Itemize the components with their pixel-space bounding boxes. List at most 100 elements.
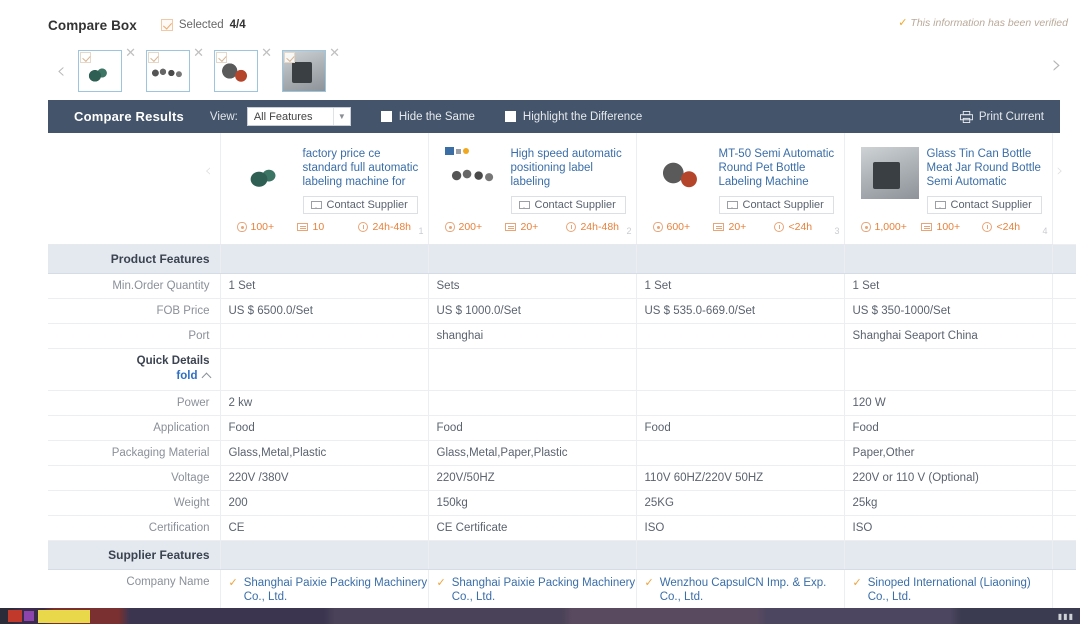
row-label: FOB Price <box>48 298 221 324</box>
thumbnail-item[interactable]: ✕ <box>146 46 204 92</box>
hide-the-same-label: Hide the Same <box>398 110 475 123</box>
thumbnail-1[interactable] <box>78 50 122 92</box>
row-spacer <box>1052 440 1076 466</box>
response-stat: 24h-48h <box>566 221 627 233</box>
thumbnail-2[interactable] <box>146 50 190 92</box>
product-nav-left[interactable]: ‹ <box>48 133 221 245</box>
clock-icon <box>566 222 577 232</box>
product-title[interactable]: Glass Tin Can Bottle Meat Jar Round Bott… <box>927 147 1044 189</box>
thumbnail-3[interactable] <box>214 50 258 92</box>
quick-details-spacer <box>428 348 637 391</box>
thumbnail-4[interactable] <box>282 50 326 92</box>
fold-toggle[interactable]: fold <box>176 370 211 382</box>
os-taskbar[interactable]: ▮▮▮ <box>0 608 1080 624</box>
envelope-icon <box>934 201 946 209</box>
company-name[interactable]: Wenzhou CapsulCN Imp. & Exp. Co., Ltd. <box>660 576 844 604</box>
section-supplier-features: Supplier Features <box>48 540 1076 570</box>
section-title: Product Features <box>48 244 221 274</box>
row-value <box>428 390 637 416</box>
chevron-right-icon[interactable]: › <box>1057 161 1064 181</box>
check-icon[interactable] <box>216 52 227 63</box>
product-image[interactable] <box>236 147 295 199</box>
verified-text: This information has been verified <box>910 16 1068 29</box>
product-header-row: ‹ factory price ce standard full automat… <box>48 133 1076 245</box>
product-title[interactable]: MT-50 Semi Automatic Round Pet Bottle La… <box>719 147 836 189</box>
company-name[interactable]: Shanghai Paixie Packing Machinery Co., L… <box>244 576 428 604</box>
print-current-button[interactable]: Print Current <box>959 100 1044 133</box>
compare-box-header: Compare Box Selected 4/4 ✓ This informat… <box>0 14 1080 36</box>
chevron-left-icon[interactable]: ‹ <box>205 161 212 181</box>
hide-the-same-checkbox[interactable]: Hide the Same <box>380 110 475 123</box>
checkbox-box[interactable] <box>504 111 516 122</box>
close-icon[interactable]: ✕ <box>193 46 204 59</box>
checkbox-box[interactable] <box>380 111 392 122</box>
thumbnail-item[interactable]: ✕ <box>78 46 136 92</box>
section-spacer <box>636 244 845 274</box>
product-title[interactable]: factory price ce standard full automatic… <box>303 147 420 189</box>
messages-stat: 20+ <box>713 221 774 233</box>
company-name[interactable]: Shanghai Paixie Packing Machinery Co., L… <box>452 576 636 604</box>
response-stat: <24h <box>982 221 1043 233</box>
table-row: Port shanghai Shanghai Seaport China <box>48 323 1076 349</box>
chevron-left-icon[interactable]: ‹ <box>48 59 74 84</box>
row-value: 220V /380V <box>220 465 429 491</box>
row-label: Voltage <box>48 465 221 491</box>
company-cell: ✓ Shanghai Paixie Packing Machinery Co.,… <box>220 569 429 611</box>
product-card: Glass Tin Can Bottle Meat Jar Round Bott… <box>844 133 1053 245</box>
taskbar-window-button[interactable] <box>38 609 90 623</box>
row-label: Packaging Material <box>48 440 221 466</box>
row-label: Min.Order Quantity <box>48 273 221 299</box>
messages-value: 10 <box>312 221 325 233</box>
section-spacer <box>1052 244 1076 274</box>
product-image[interactable] <box>860 147 919 199</box>
row-value: ISO <box>636 515 845 541</box>
taskbar-app-icon[interactable] <box>24 611 34 621</box>
close-icon[interactable]: ✕ <box>125 46 136 59</box>
chevron-right-icon[interactable]: › <box>1052 50 1062 80</box>
highlight-the-difference-checkbox[interactable]: Highlight the Difference <box>504 111 642 123</box>
table-row: Certification CE CE Certificate ISO ISO <box>48 515 1076 541</box>
envelope-icon <box>726 201 738 209</box>
contact-supplier-button[interactable]: Contact Supplier <box>510 196 626 214</box>
close-icon[interactable]: ✕ <box>329 46 340 59</box>
response-stat: <24h <box>774 221 835 233</box>
section-spacer <box>428 540 637 570</box>
company-name[interactable]: Sinoped International (Liaoning) Co., Lt… <box>868 576 1052 604</box>
compare-box: Compare Box Selected 4/4 ✓ This informat… <box>0 0 1080 100</box>
clock-icon <box>358 222 369 232</box>
product-image[interactable] <box>652 147 711 199</box>
product-card: factory price ce standard full automatic… <box>220 133 429 245</box>
selected-check-icon[interactable] <box>160 19 173 31</box>
contact-supplier-button[interactable]: Contact Supplier <box>926 196 1042 214</box>
messages-value: 20+ <box>728 221 747 233</box>
check-icon[interactable] <box>284 52 295 63</box>
section-spacer <box>844 540 1053 570</box>
company-cell: ✓ Shanghai Paixie Packing Machinery Co.,… <box>428 569 637 611</box>
check-icon[interactable] <box>80 52 91 63</box>
compare-results-panel: Compare Results View: All Features ▼ Hid… <box>48 100 1076 624</box>
chevron-down-icon[interactable]: ▼ <box>332 108 350 125</box>
taskbar-app-icon[interactable] <box>8 610 22 622</box>
check-icon[interactable] <box>148 52 159 63</box>
product-title[interactable]: High speed automatic positioning label l… <box>511 147 628 189</box>
envelope-icon <box>518 201 530 209</box>
thumbnail-item[interactable]: ✕ <box>214 46 272 92</box>
product-image[interactable] <box>444 147 503 199</box>
row-spacer <box>1052 415 1076 441</box>
product-card: MT-50 Semi Automatic Round Pet Bottle La… <box>636 133 845 245</box>
product-nav-right[interactable]: › <box>1052 133 1076 245</box>
row-value: US $ 1000.0/Set <box>428 298 637 324</box>
contact-supplier-button[interactable]: Contact Supplier <box>718 196 834 214</box>
message-icon <box>297 223 309 231</box>
row-value: CE Certificate <box>428 515 637 541</box>
view-select[interactable]: All Features ▼ <box>246 107 351 126</box>
row-value: Food <box>220 415 429 441</box>
close-icon[interactable]: ✕ <box>261 46 272 59</box>
row-label: Application <box>48 415 221 441</box>
thumbnail-item[interactable]: ✕ <box>282 46 340 92</box>
eye-icon <box>652 222 663 232</box>
row-value: 25kg <box>844 490 1053 516</box>
taskbar-tray[interactable]: ▮▮▮ <box>1058 612 1074 621</box>
quick-details-label: Quick Details <box>136 355 210 367</box>
contact-supplier-button[interactable]: Contact Supplier <box>302 196 418 214</box>
